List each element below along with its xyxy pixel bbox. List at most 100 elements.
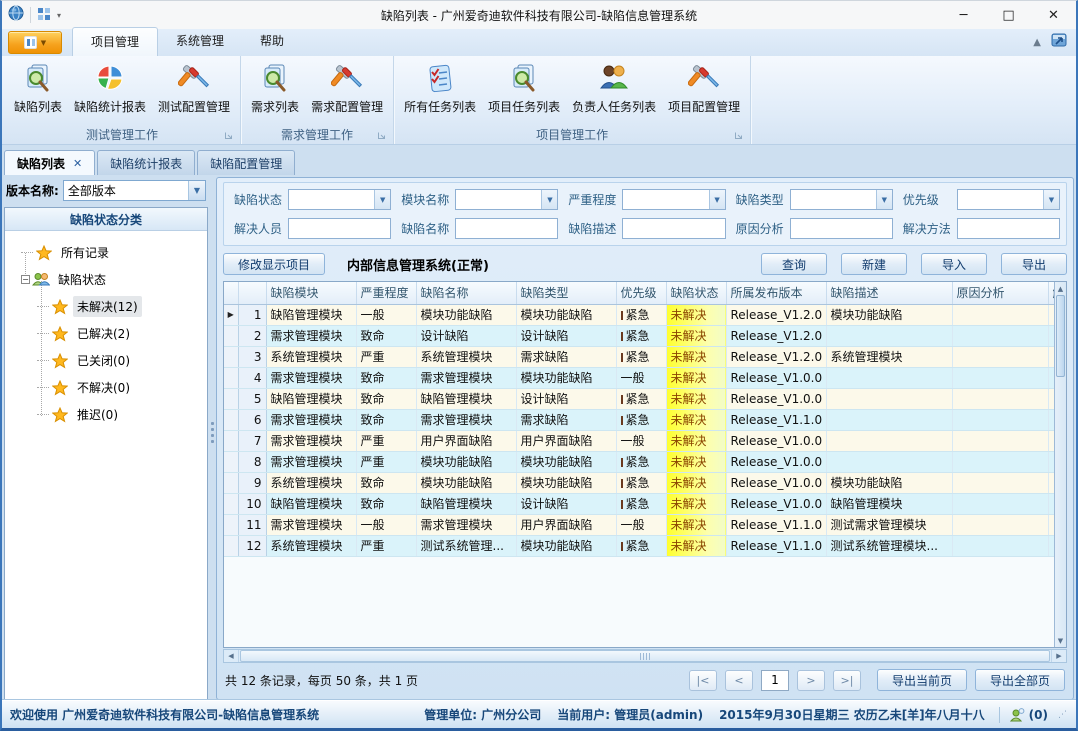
chevron-down-icon[interactable]: ▼ xyxy=(541,190,557,209)
dialog-launcher-icon[interactable] xyxy=(734,130,744,140)
skin-help-icon[interactable] xyxy=(1051,32,1068,52)
maximize-button[interactable]: □ xyxy=(986,1,1031,29)
modify-columns-button[interactable]: 修改显示项目 xyxy=(223,253,325,275)
first-page-button[interactable]: |< xyxy=(689,670,717,691)
doc-tab-2[interactable]: 缺陷统计报表 xyxy=(97,150,195,175)
version-combobox[interactable]: 全部版本 ▼ xyxy=(63,180,206,201)
column-header-缺陷类型[interactable]: 缺陷类型 xyxy=(516,282,616,304)
last-page-button[interactable]: >| xyxy=(833,670,861,691)
application-menu-button[interactable]: ▼ xyxy=(8,31,62,54)
filter-select-缺陷状态[interactable]: ▼ xyxy=(288,189,391,210)
filter-field-value[interactable] xyxy=(456,219,557,238)
table-row[interactable]: 11需求管理模块一般需求管理模块用户界面缺陷一般未解决Release_V1.1.… xyxy=(224,514,1054,535)
filter-field-value[interactable] xyxy=(791,219,892,238)
ribbon-button-需求列表[interactable]: 需求列表 xyxy=(245,60,305,117)
table-row[interactable]: 8需求管理模块严重模块功能缺陷模块功能缺陷紧急未解决Release_V1.0.0 xyxy=(224,451,1054,472)
table-row[interactable]: ▶1缺陷管理模块一般模块功能缺陷模块功能缺陷紧急未解决Release_V1.2.… xyxy=(224,304,1054,325)
tree-item-已解决(2)[interactable]: 已解决(2) xyxy=(9,320,203,347)
resize-grip-icon[interactable]: ⋰ xyxy=(1058,710,1068,720)
vertical-scrollbar[interactable]: ▲ ▼ xyxy=(1054,282,1066,647)
action-button-新建[interactable]: 新建 xyxy=(841,253,907,275)
column-header-原因分析[interactable]: 原因分析 xyxy=(952,282,1048,304)
chevron-down-icon[interactable]: ▼ xyxy=(1043,190,1059,209)
action-button-导出[interactable]: 导出 xyxy=(1001,253,1067,275)
filter-field-value[interactable] xyxy=(958,190,1043,209)
filter-field-value[interactable] xyxy=(791,190,876,209)
ribbon-button-测试配置管理[interactable]: 测试配置管理 xyxy=(152,60,236,117)
minimize-button[interactable]: ─ xyxy=(941,1,986,29)
scroll-right-icon[interactable]: ▶ xyxy=(1051,650,1066,662)
tree-item-推迟(0)[interactable]: 推迟(0) xyxy=(9,401,203,428)
page-number-input[interactable] xyxy=(761,670,789,691)
filter-select-严重程度[interactable]: ▼ xyxy=(622,189,725,210)
action-button-导入[interactable]: 导入 xyxy=(921,253,987,275)
tree-collapse-icon[interactable]: − xyxy=(21,275,30,284)
table-row[interactable]: 6需求管理模块致命需求管理模块需求缺陷紧急未解决Release_V1.1.0 xyxy=(224,409,1054,430)
ribbon-button-缺陷统计报表[interactable]: 缺陷统计报表 xyxy=(68,60,152,117)
tree-item-缺陷状态[interactable]: −缺陷状态 xyxy=(9,266,203,293)
filter-field-value[interactable] xyxy=(623,219,724,238)
doc-tab-1[interactable]: 缺陷列表✕ xyxy=(4,150,95,175)
table-row[interactable]: 10缺陷管理模块致命缺陷管理模块设计缺陷紧急未解决Release_V1.0.0缺… xyxy=(224,493,1054,514)
table-row[interactable]: 4需求管理模块致命需求管理模块模块功能缺陷一般未解决Release_V1.0.0 xyxy=(224,367,1054,388)
filter-input-缺陷描述[interactable] xyxy=(622,218,725,239)
horizontal-scroll-thumb[interactable] xyxy=(240,650,1050,662)
table-row[interactable]: 7需求管理模块严重用户界面缺陷用户界面缺陷一般未解决Release_V1.0.0 xyxy=(224,430,1054,451)
filter-field-value[interactable] xyxy=(456,190,541,209)
table-row[interactable]: 2需求管理模块致命设计缺陷设计缺陷紧急未解决Release_V1.2.0 xyxy=(224,325,1054,346)
ribbon-tab-1[interactable]: 项目管理 xyxy=(72,27,158,56)
table-row[interactable]: 12系统管理模块严重测试系统管理...模块功能缺陷紧急未解决Release_V1… xyxy=(224,535,1054,556)
close-tab-icon[interactable]: ✕ xyxy=(73,157,82,170)
column-header-严重程度[interactable]: 严重程度 xyxy=(356,282,416,304)
column-header-缺陷描述[interactable]: 缺陷描述 xyxy=(826,282,952,304)
tree-item-已关闭(0)[interactable]: 已关闭(0) xyxy=(9,347,203,374)
prev-page-button[interactable]: < xyxy=(725,670,753,691)
table-row[interactable]: 5缺陷管理模块致命缺陷管理模块设计缺陷紧急未解决Release_V1.0.0 xyxy=(224,388,1054,409)
action-button-查询[interactable]: 查询 xyxy=(761,253,827,275)
filter-field-value[interactable] xyxy=(289,219,390,238)
column-header-缺陷模块[interactable]: 缺陷模块 xyxy=(266,282,356,304)
chevron-down-icon[interactable]: ▼ xyxy=(374,190,390,209)
column-header-优先级[interactable]: 优先级 xyxy=(616,282,666,304)
column-header-index[interactable] xyxy=(238,282,266,304)
table-row[interactable]: 3系统管理模块严重系统管理模块需求缺陷紧急未解决Release_V1.2.0系统… xyxy=(224,346,1054,367)
quick-access-caret-icon[interactable]: ▾ xyxy=(57,11,61,20)
column-header-所属发布版本[interactable]: 所属发布版本 xyxy=(726,282,826,304)
export-current-page-button[interactable]: 导出当前页 xyxy=(877,669,967,691)
tree-item-不解决(0)[interactable]: 不解决(0) xyxy=(9,374,203,401)
ribbon-button-缺陷列表[interactable]: 缺陷列表 xyxy=(8,60,68,117)
ribbon-tab-3[interactable]: 帮助 xyxy=(242,27,302,56)
sidebar-splitter[interactable] xyxy=(208,177,216,700)
next-page-button[interactable]: > xyxy=(797,670,825,691)
chevron-down-icon[interactable]: ▼ xyxy=(876,190,892,209)
filter-select-优先级[interactable]: ▼ xyxy=(957,189,1060,210)
quick-access-icon[interactable] xyxy=(37,6,51,25)
dialog-launcher-icon[interactable] xyxy=(224,130,234,140)
filter-select-模块名称[interactable]: ▼ xyxy=(455,189,558,210)
vertical-scroll-thumb[interactable] xyxy=(1056,295,1065,377)
scroll-down-icon[interactable]: ▼ xyxy=(1055,634,1066,647)
column-header-缺陷状态[interactable]: 缺陷状态 xyxy=(666,282,726,304)
tree-item-未解决(12)[interactable]: 未解决(12) xyxy=(9,293,203,320)
doc-tab-3[interactable]: 缺陷配置管理 xyxy=(197,150,295,175)
filter-input-解决方法[interactable] xyxy=(957,218,1060,239)
column-header-缺陷名称[interactable]: 缺陷名称 xyxy=(416,282,516,304)
ribbon-button-负责人任务列表[interactable]: 负责人任务列表 xyxy=(566,60,662,117)
filter-field-value[interactable] xyxy=(958,219,1059,238)
filter-input-缺陷名称[interactable] xyxy=(455,218,558,239)
tree-item-所有记录[interactable]: 所有记录 xyxy=(9,239,203,266)
ribbon-button-所有任务列表[interactable]: 所有任务列表 xyxy=(398,60,482,117)
collapse-ribbon-icon[interactable]: ▲ xyxy=(1033,37,1041,48)
horizontal-scrollbar[interactable]: ◀ ▶ xyxy=(223,649,1067,663)
ribbon-tab-2[interactable]: 系统管理 xyxy=(158,27,242,56)
message-count-badge[interactable]: (0) xyxy=(1029,708,1048,722)
filter-select-缺陷类型[interactable]: ▼ xyxy=(790,189,893,210)
chevron-down-icon[interactable]: ▼ xyxy=(188,181,205,200)
filter-input-解决人员[interactable] xyxy=(288,218,391,239)
chevron-down-icon[interactable]: ▼ xyxy=(709,190,725,209)
ribbon-button-需求配置管理[interactable]: 需求配置管理 xyxy=(305,60,389,117)
user-person-icon[interactable] xyxy=(1010,708,1025,722)
scroll-up-icon[interactable]: ▲ xyxy=(1055,282,1066,295)
export-all-pages-button[interactable]: 导出全部页 xyxy=(975,669,1065,691)
scroll-left-icon[interactable]: ◀ xyxy=(224,650,239,662)
